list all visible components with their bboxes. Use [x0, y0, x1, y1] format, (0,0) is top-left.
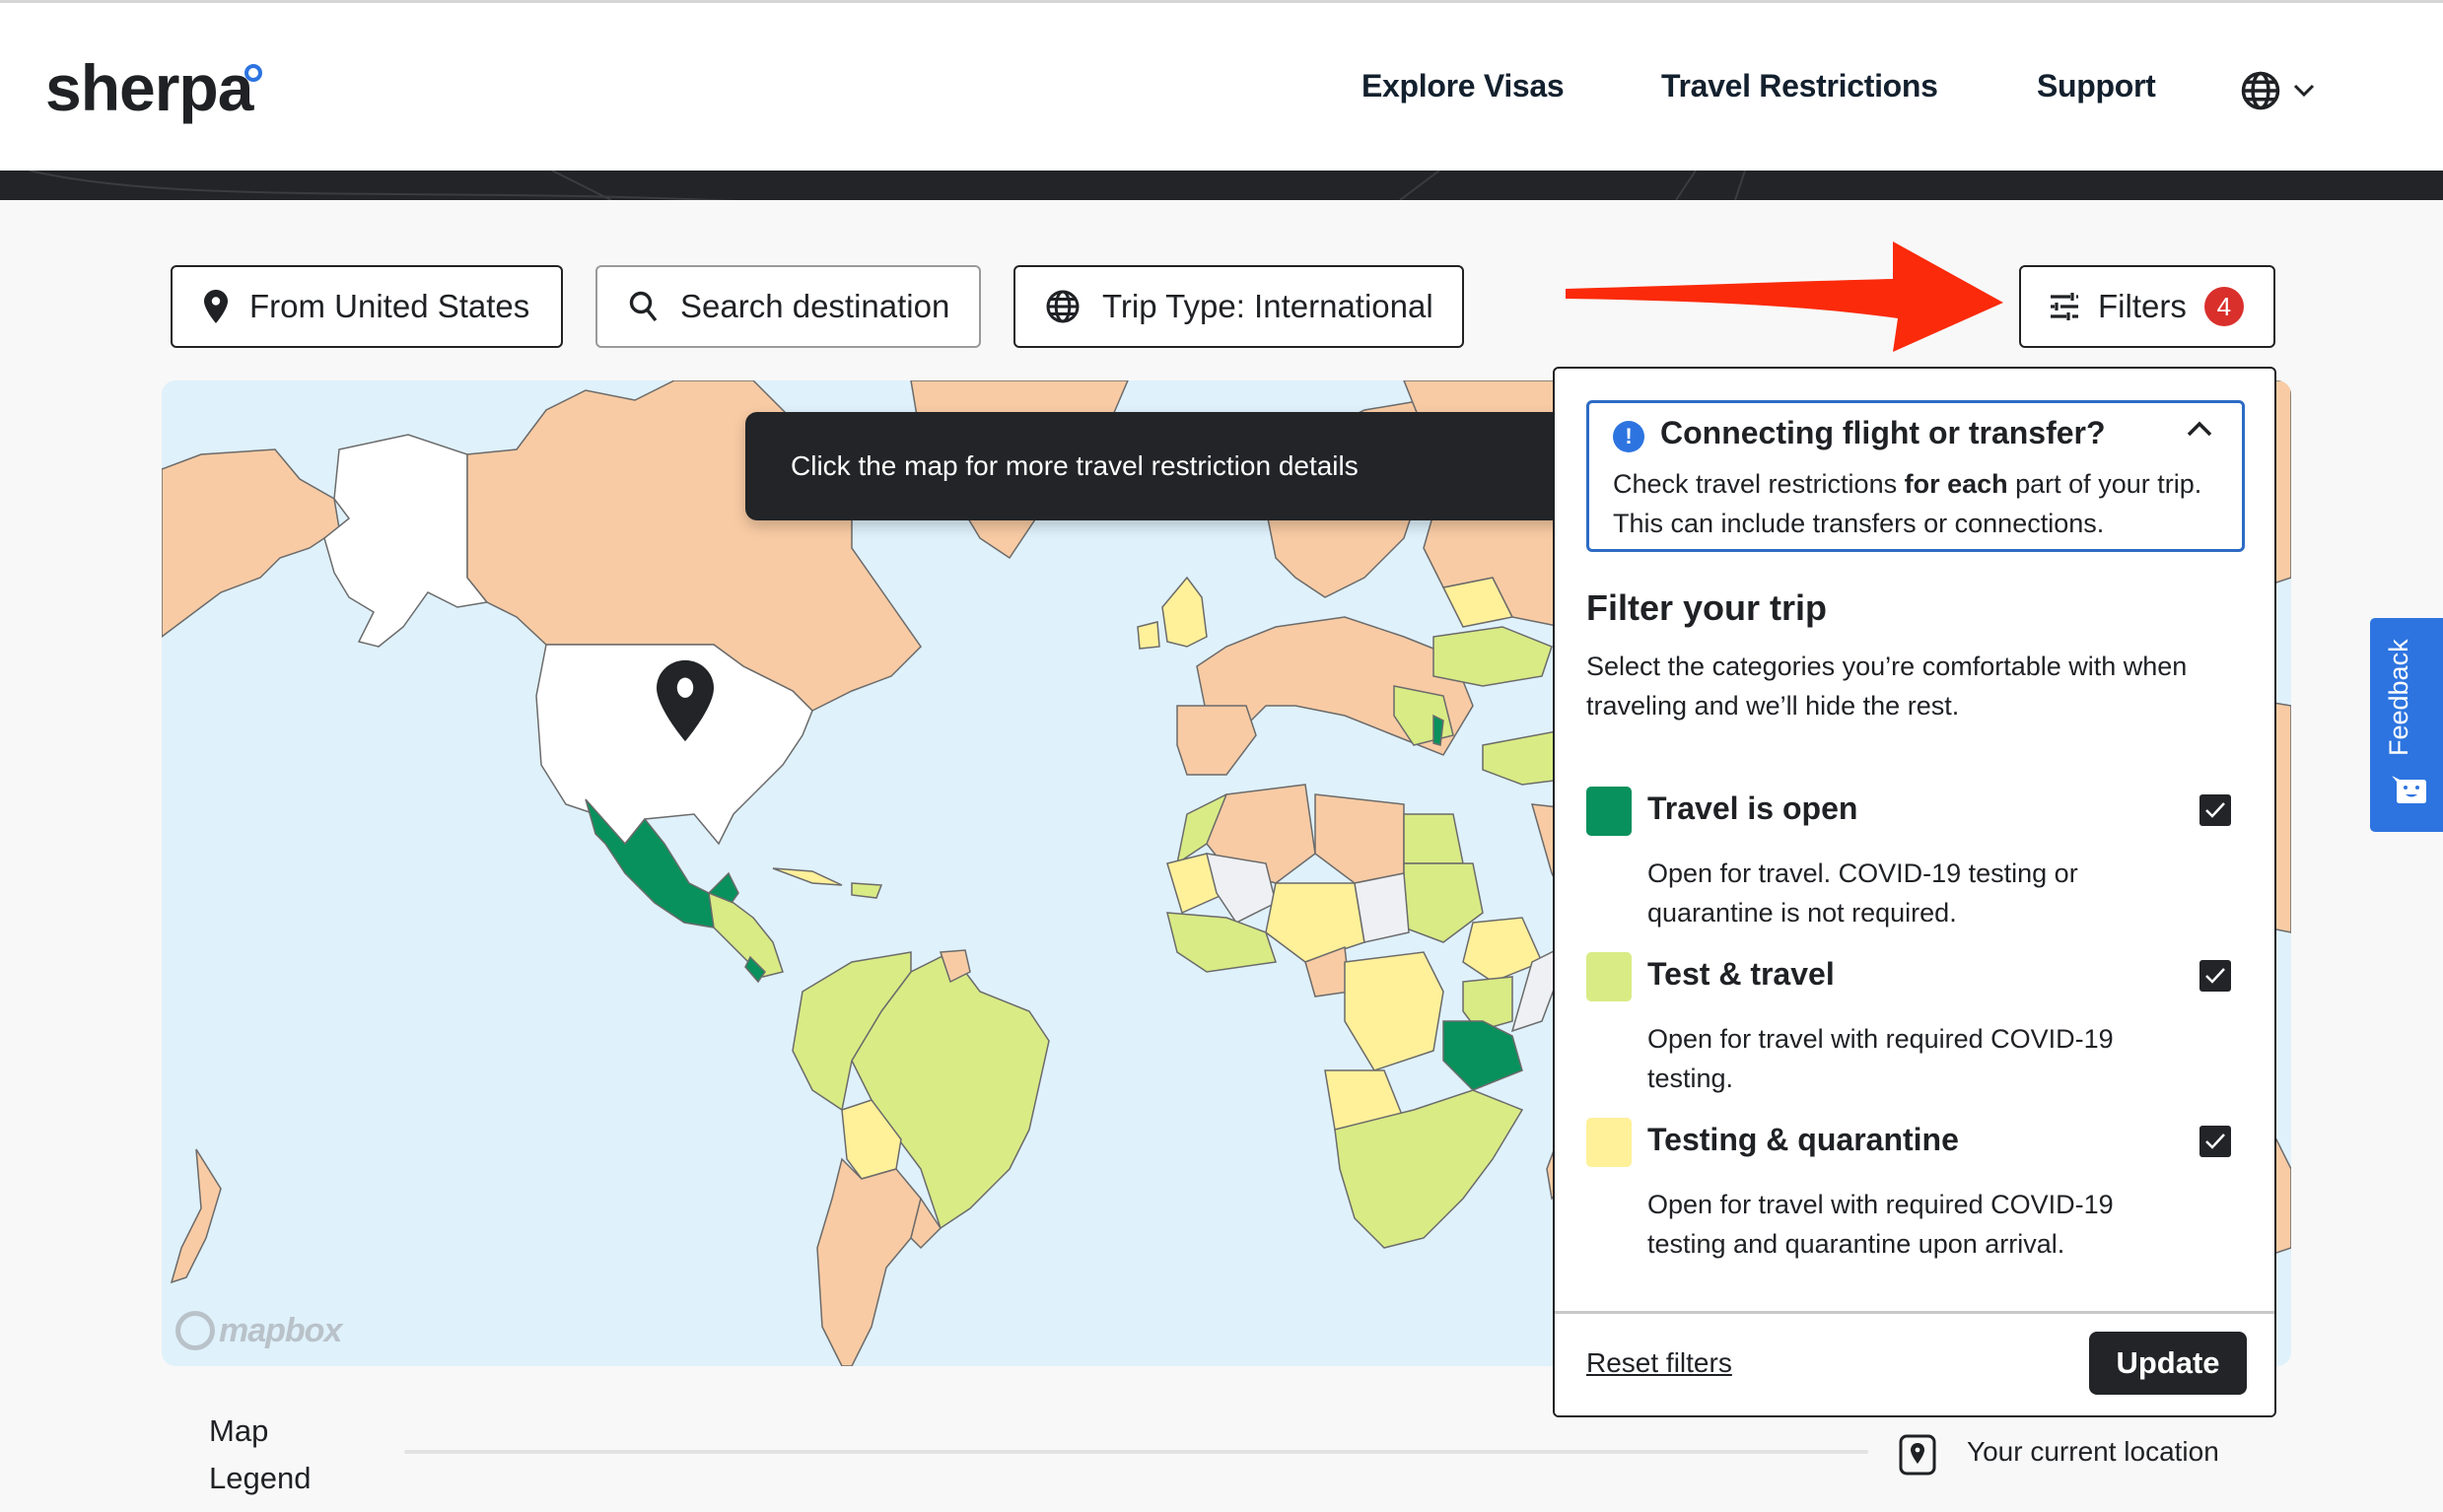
globe-icon	[2241, 71, 2280, 110]
country-russia-east	[162, 448, 340, 638]
country-ireland	[1137, 621, 1160, 650]
category-description: Open for travel with required COVID-19 t…	[1647, 1024, 2114, 1093]
country-niger-nigeria	[1265, 882, 1365, 963]
topo-lines-decoration	[29, 171, 1746, 200]
color-swatch	[1586, 787, 1632, 836]
chevron-down-icon	[2293, 84, 2315, 98]
mapbox-wordmark: mapbox	[219, 1311, 342, 1349]
destination-search-input[interactable]: Search destination	[595, 265, 981, 348]
mapbox-logo-icon	[175, 1311, 215, 1350]
trip-type-label: Trip Type: International	[1102, 288, 1433, 324]
checkmark-icon	[2205, 802, 2225, 818]
globe-icon	[1046, 290, 1080, 323]
country-ukraine	[1432, 626, 1553, 687]
country-uk	[1161, 576, 1208, 648]
connecting-flight-callout: ! Connecting flight or transfer? Check t…	[1586, 400, 2245, 552]
filter-title: Filter your trip	[1586, 587, 1828, 628]
checkmark-icon	[2205, 968, 2225, 984]
nav-support[interactable]: Support	[2037, 68, 2156, 104]
feedback-label: Feedback	[2384, 639, 2413, 756]
smiley-chat-icon	[2392, 776, 2426, 803]
search-placeholder: Search destination	[680, 288, 950, 324]
filters-count-badge: 4	[2203, 287, 2244, 326]
country-mali	[1205, 853, 1277, 924]
mapbox-attribution[interactable]: mapbox	[175, 1311, 342, 1350]
category-checkbox[interactable]	[2199, 1126, 2231, 1157]
location-pin-icon	[204, 290, 228, 323]
update-button[interactable]: Update	[2089, 1332, 2247, 1395]
reset-filters-link[interactable]: Reset filters	[1586, 1347, 1732, 1379]
info-alert-icon: !	[1613, 421, 1644, 452]
country-usa-alaska	[323, 434, 489, 648]
origin-label: From United States	[249, 288, 530, 324]
trip-type-button[interactable]: Trip Type: International	[1013, 265, 1464, 348]
header-decorative-band	[0, 171, 2443, 200]
filters-button[interactable]: Filters 4	[2019, 265, 2275, 348]
country-dr-congo	[1344, 951, 1444, 1071]
sliders-icon	[2051, 293, 2078, 320]
feedback-tab[interactable]: Feedback	[2370, 618, 2443, 832]
country-new-zealand	[170, 1148, 222, 1284]
region-west-africa-coast	[1166, 912, 1277, 973]
logo-dot-icon	[244, 64, 262, 82]
country-cuba	[772, 867, 843, 886]
chevron-up-icon[interactable]	[2187, 421, 2212, 437]
region-argentina-chile	[816, 1157, 922, 1366]
nav-explore-visas[interactable]: Explore Visas	[1361, 68, 1565, 104]
color-swatch	[1586, 1118, 1632, 1167]
category-description: Open for travel. COVID-19 testing or qua…	[1647, 859, 2078, 928]
annotation-arrow	[1566, 241, 2003, 352]
legend-divider	[404, 1450, 1868, 1454]
origin-selector-button[interactable]: From United States	[171, 265, 563, 348]
region-central-america	[708, 891, 784, 978]
category-checkbox[interactable]	[2199, 960, 2231, 992]
country-hispaniola	[851, 882, 883, 899]
country-spain-portugal	[1176, 705, 1257, 776]
language-selector[interactable]	[2240, 68, 2329, 113]
location-marker-icon	[1899, 1434, 1936, 1476]
category-name: Testing & quarantine	[1647, 1122, 1959, 1157]
callout-title: Connecting flight or transfer?	[1660, 415, 2106, 450]
filter-panel: ! Connecting flight or transfer? Check t…	[1553, 367, 2276, 1417]
nav-travel-restrictions[interactable]: Travel Restrictions	[1661, 68, 1938, 104]
site-header: sherpa Explore Visas Travel Restrictions…	[0, 0, 2443, 171]
current-location-marker[interactable]	[657, 659, 714, 742]
filter-description: Select the categories you’re comfortable…	[1586, 652, 2188, 721]
map-hint-tooltip: Click the map for more travel restrictio…	[745, 412, 1593, 520]
map-legend-title: Map Legend	[209, 1413, 312, 1495]
category-checkbox[interactable]	[2199, 794, 2231, 826]
callout-body: Check travel restrictions for each part …	[1613, 469, 2202, 538]
sherpa-logo[interactable]: sherpa	[45, 50, 253, 125]
filters-label: Filters	[2098, 288, 2187, 324]
country-libya	[1314, 793, 1405, 884]
filter-panel-footer: Reset filters Update	[1555, 1311, 2274, 1415]
color-swatch	[1586, 952, 1632, 1001]
category-name: Test & travel	[1647, 956, 1835, 992]
country-egypt	[1403, 813, 1464, 864]
search-icon	[629, 291, 658, 322]
legend-current-location: Your current location	[1967, 1436, 2219, 1467]
checkmark-icon	[2205, 1134, 2225, 1149]
country-chad	[1354, 872, 1410, 943]
country-tanzania	[1442, 1020, 1523, 1091]
category-description: Open for travel with required COVID-19 t…	[1647, 1190, 2114, 1259]
category-name: Travel is open	[1647, 790, 1858, 826]
